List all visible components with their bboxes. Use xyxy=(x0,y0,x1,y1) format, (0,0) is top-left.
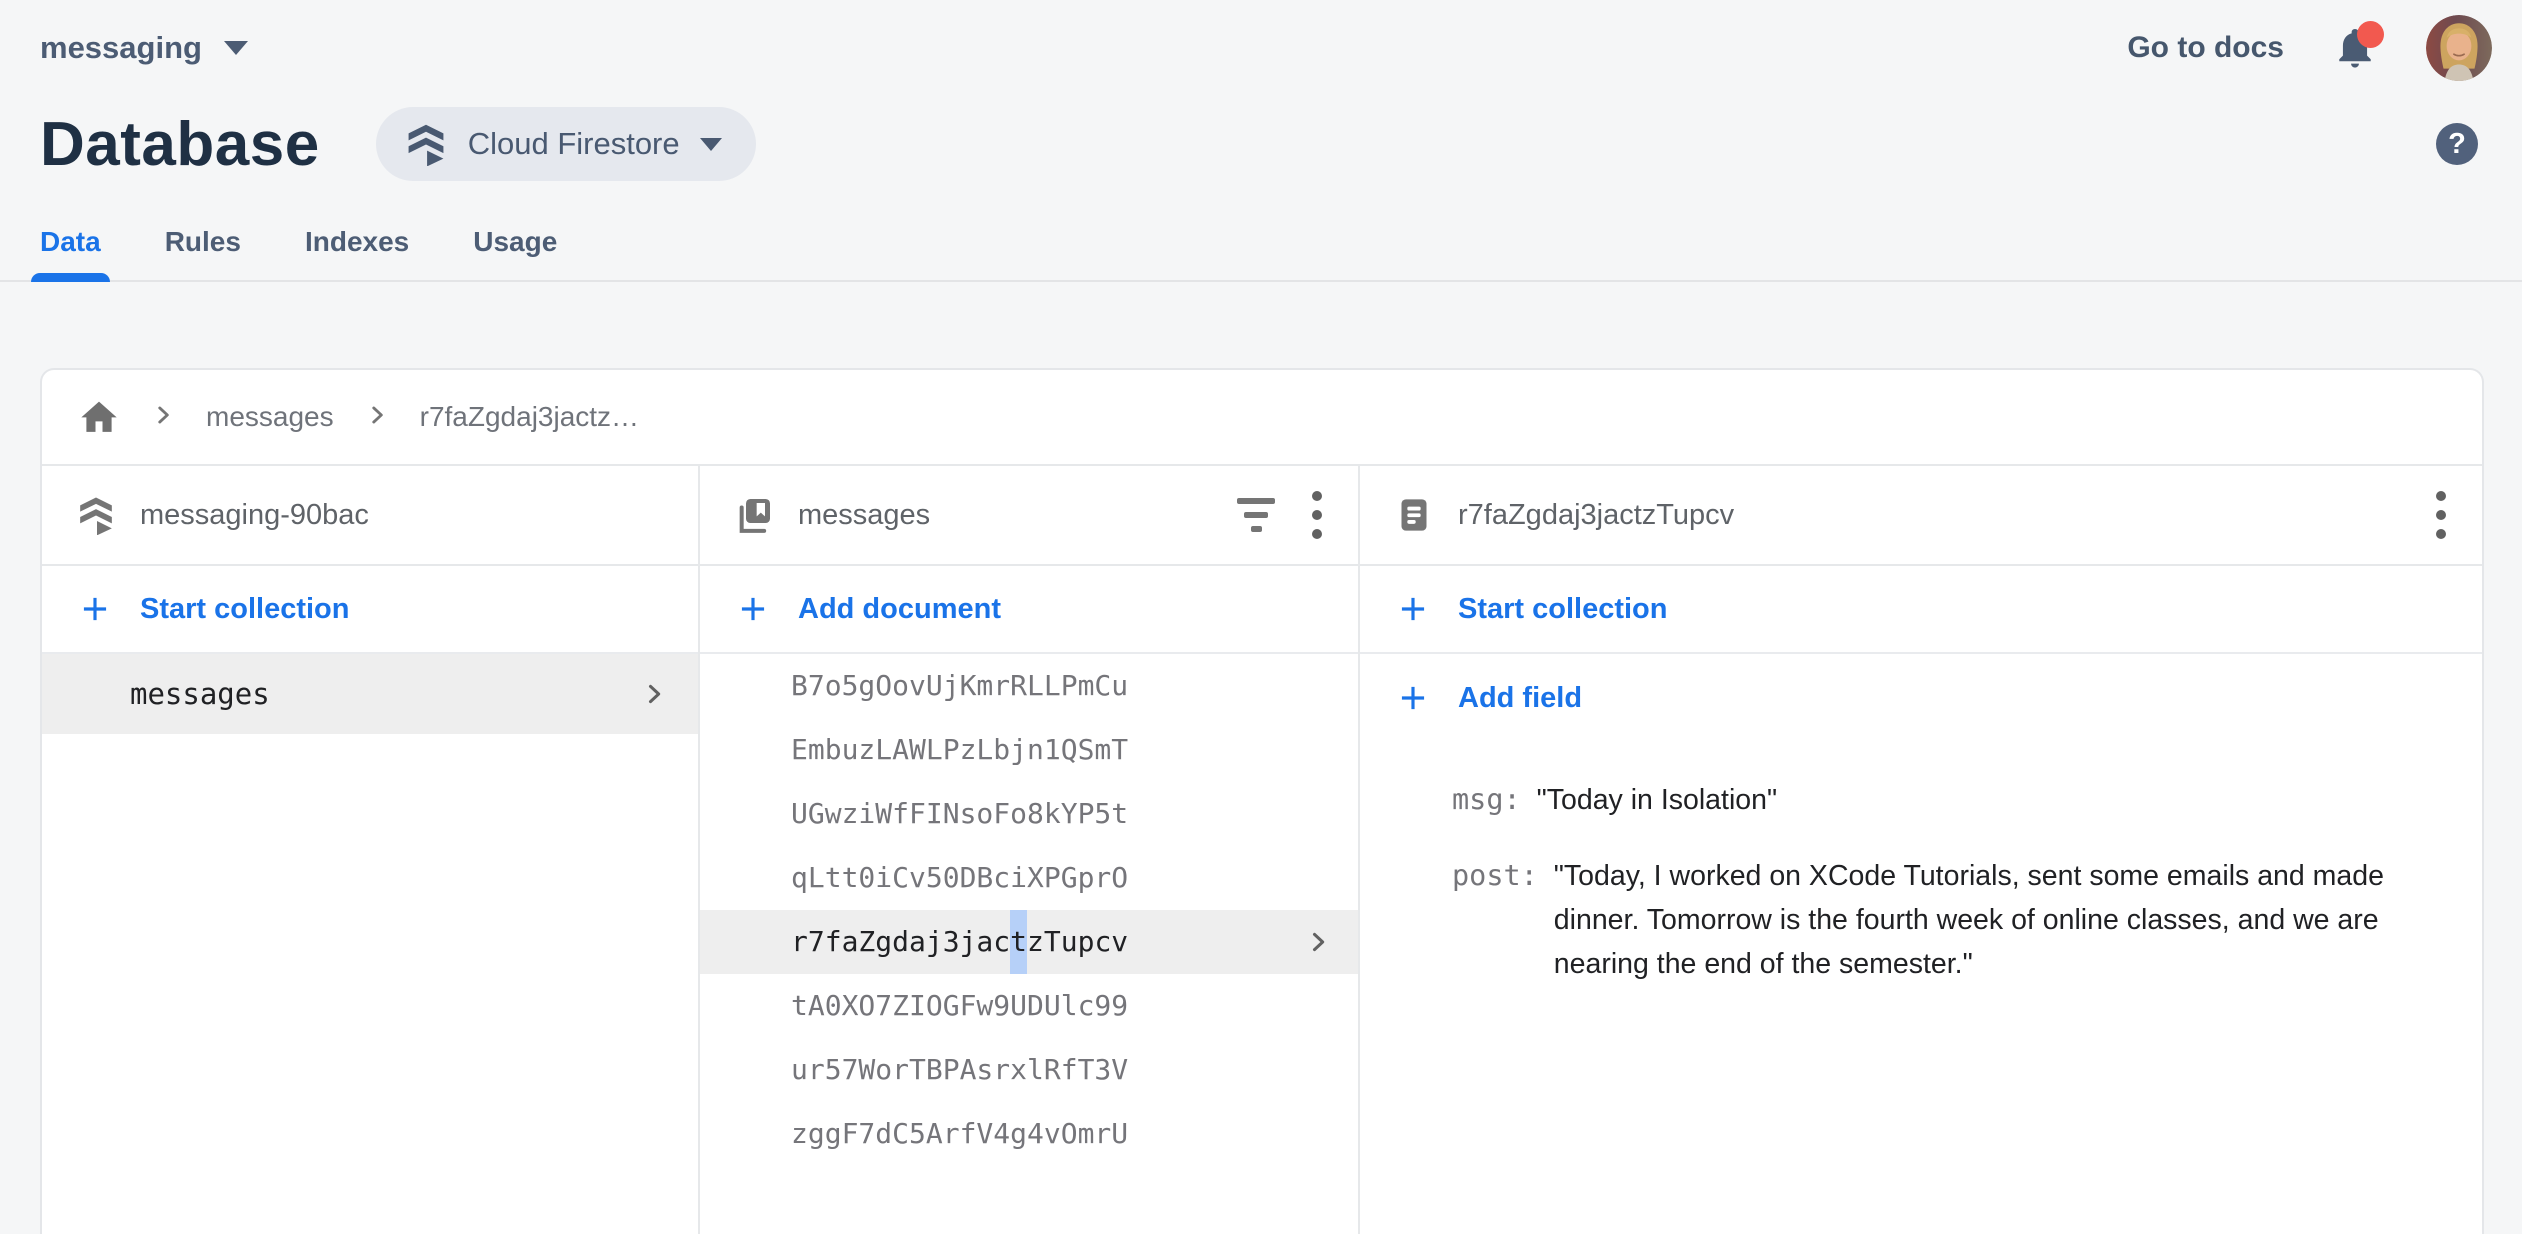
root-panel-header: messaging-90bac xyxy=(42,466,698,566)
document-row[interactable]: EmbuzLAWLPzLbjn1QSmT xyxy=(700,718,1358,782)
panel-columns: messaging-90bac Start collection message… xyxy=(42,466,2482,1234)
document-id: UGwziWfFINsoFo8kYP5t xyxy=(791,782,1128,846)
field-key: msg: xyxy=(1452,778,1521,822)
document-id: r7faZgdaj3jactzTupcv xyxy=(791,910,1128,974)
breadcrumb-item[interactable]: r7faZgdaj3jactz… xyxy=(420,401,639,433)
tab-rules[interactable]: Rules xyxy=(165,226,241,280)
document-list: B7o5gOovUjKmrRLLPmCuEmbuzLAWLPzLbjn1QSmT… xyxy=(700,654,1358,1166)
chevron-right-icon xyxy=(364,402,390,428)
topbar-right: Go to docs xyxy=(2127,15,2492,81)
avatar-photo xyxy=(2426,15,2492,81)
document-id: qLtt0iCv50DBciXPGprO xyxy=(791,846,1128,910)
document-row[interactable]: ur57WorTBPAsrxlRfT3V xyxy=(700,1038,1358,1102)
collection-icon xyxy=(734,495,774,535)
chevron-down-icon xyxy=(224,41,248,55)
tab-data[interactable]: Data xyxy=(40,226,101,280)
plus-icon xyxy=(76,590,114,628)
help-button[interactable]: ? xyxy=(2436,123,2478,165)
project-name: messaging xyxy=(40,30,202,66)
find-highlight: t xyxy=(1010,910,1027,974)
filter-button[interactable] xyxy=(1234,498,1278,532)
start-collection-button[interactable]: Start collection xyxy=(1360,566,2482,654)
collection-panel-header: messages xyxy=(700,466,1358,566)
plus-icon xyxy=(1394,590,1432,628)
avatar[interactable] xyxy=(2426,15,2492,81)
chevron-right-icon xyxy=(150,402,176,433)
collection-name: messages xyxy=(798,499,930,532)
firestore-data-panel: messages r7faZgdaj3jactz… messaging-90bac xyxy=(40,368,2484,1234)
document-row[interactable]: UGwziWfFINsoFo8kYP5t xyxy=(700,782,1358,846)
document-id: zggF7dC5ArfV4g4vOmrU xyxy=(791,1102,1128,1166)
add-field-label: Add field xyxy=(1458,682,1582,715)
field-row[interactable]: msg: "Today in Isolation" xyxy=(1452,778,2438,822)
field-value: "Today, I worked on XCode Tutorials, sen… xyxy=(1554,854,2438,986)
collection-panel: messages Add document B7o5gOovUjKmrRLLPm… xyxy=(700,466,1360,1234)
go-to-docs-link[interactable]: Go to docs xyxy=(2127,31,2284,65)
collection-row[interactable]: messages xyxy=(42,654,698,734)
page-title: Database xyxy=(40,109,320,180)
document-id: EmbuzLAWLPzLbjn1QSmT xyxy=(791,718,1128,782)
collection-list: messages xyxy=(42,654,698,734)
project-switcher[interactable]: messaging xyxy=(40,30,248,66)
document-row[interactable]: zggF7dC5ArfV4g4vOmrU xyxy=(700,1102,1358,1166)
add-document-label: Add document xyxy=(798,593,1001,626)
field-value: "Today in Isolation" xyxy=(1537,778,1777,822)
document-id: ur57WorTBPAsrxlRfT3V xyxy=(791,1038,1128,1102)
plus-icon xyxy=(1394,679,1432,717)
document-row[interactable]: B7o5gOovUjKmrRLLPmCu xyxy=(700,654,1358,718)
home-icon[interactable] xyxy=(78,396,120,438)
tab-indexes[interactable]: Indexes xyxy=(305,226,409,280)
chevron-right-icon xyxy=(150,402,176,428)
document-icon xyxy=(1394,495,1434,535)
chevron-right-icon xyxy=(1304,928,1332,956)
start-collection-label: Start collection xyxy=(1458,593,1668,626)
document-id: tA0XO7ZIOGFw9UDUlc99 xyxy=(791,974,1128,1038)
document-id: B7o5gOovUjKmrRLLPmCu xyxy=(791,654,1128,718)
document-row[interactable]: qLtt0iCv50DBciXPGprO xyxy=(700,846,1358,910)
root-panel: messaging-90bac Start collection message… xyxy=(42,466,700,1234)
product-selector[interactable]: Cloud Firestore xyxy=(376,107,756,181)
plus-icon xyxy=(734,590,772,628)
document-row[interactable]: r7faZgdaj3jactzTupcv xyxy=(700,910,1358,974)
topbar: messaging Go to docs xyxy=(0,0,2522,86)
add-document-button[interactable]: Add document xyxy=(700,566,1358,654)
start-collection-button[interactable]: Start collection xyxy=(42,566,698,654)
chevron-down-icon xyxy=(700,138,722,151)
document-panel: r7faZgdaj3jactzTupcv Start collection Ad… xyxy=(1360,466,2482,1234)
collection-row-label: messages xyxy=(130,677,270,711)
document-panel-header: r7faZgdaj3jactzTupcv xyxy=(1360,466,2482,566)
firestore-icon xyxy=(404,122,448,166)
document-row[interactable]: tA0XO7ZIOGFw9UDUlc99 xyxy=(700,974,1358,1038)
start-collection-label: Start collection xyxy=(140,593,350,626)
field-key: post: xyxy=(1452,854,1538,898)
tab-bar: Data Rules Indexes Usage xyxy=(0,226,2522,282)
firestore-icon xyxy=(76,495,116,535)
firebase-console: messaging Go to docs xyxy=(0,0,2522,1234)
add-field-button[interactable]: Add field xyxy=(1360,654,2482,742)
product-name: Cloud Firestore xyxy=(468,126,680,162)
database-name: messaging-90bac xyxy=(140,499,369,532)
tab-usage[interactable]: Usage xyxy=(473,226,557,280)
chevron-right-icon xyxy=(364,402,390,433)
document-name: r7faZgdaj3jactzTupcv xyxy=(1458,499,1734,532)
collection-menu-button[interactable] xyxy=(1302,491,1332,539)
chevron-right-icon xyxy=(640,680,668,708)
field-row[interactable]: post: "Today, I worked on XCode Tutorials… xyxy=(1452,854,2438,986)
field-list: msg: "Today in Isolation" post: "Today, I w… xyxy=(1360,742,2482,986)
notification-badge xyxy=(2357,21,2384,48)
notifications-button[interactable] xyxy=(2332,25,2378,71)
breadcrumb: messages r7faZgdaj3jactz… xyxy=(42,370,2482,466)
breadcrumb-item[interactable]: messages xyxy=(206,401,334,433)
page-header: Database Cloud Firestore ? xyxy=(0,104,2522,184)
document-menu-button[interactable] xyxy=(2426,491,2456,539)
